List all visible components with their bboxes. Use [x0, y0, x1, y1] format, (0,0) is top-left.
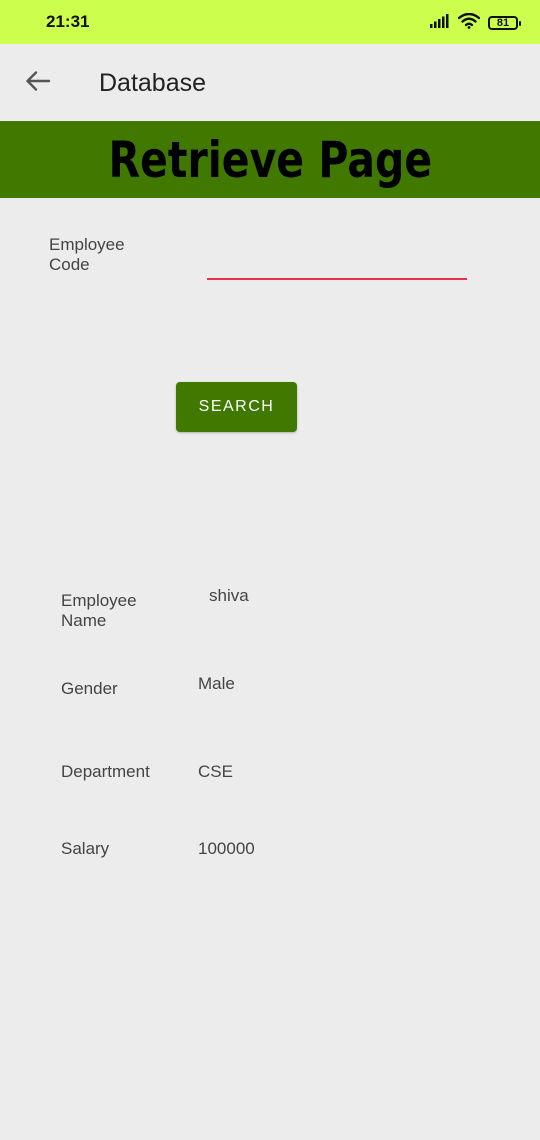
employee-name-value: shiva — [209, 586, 249, 605]
battery-level: 81 — [496, 16, 510, 29]
department-value: CSE — [198, 762, 233, 781]
employee-code-label: Employee Code — [49, 235, 125, 274]
app-title: Database — [99, 69, 207, 97]
gender-label: Gender — [61, 679, 118, 698]
battery-icon: 81 — [488, 16, 521, 30]
search-button[interactable]: SEARCH — [176, 382, 297, 432]
status-icons: 81 — [430, 12, 521, 34]
app-bar: Database — [0, 44, 540, 121]
status-time: 21:31 — [46, 12, 90, 31]
department-label: Department — [61, 762, 150, 781]
page-banner: Retrieve Page — [0, 121, 540, 198]
signal-icon — [430, 13, 450, 34]
wifi-icon — [457, 12, 481, 34]
employee-code-input[interactable] — [207, 240, 467, 280]
employee-name-label: Employee Name — [61, 591, 137, 630]
status-bar: 21:31 81 — [0, 0, 540, 44]
page-title: Retrieve Page — [108, 130, 432, 189]
salary-label: Salary — [61, 839, 110, 858]
arrow-left-icon — [25, 70, 51, 97]
back-button[interactable] — [22, 68, 54, 98]
gender-value: Male — [198, 674, 235, 693]
salary-value: 100000 — [198, 839, 255, 858]
